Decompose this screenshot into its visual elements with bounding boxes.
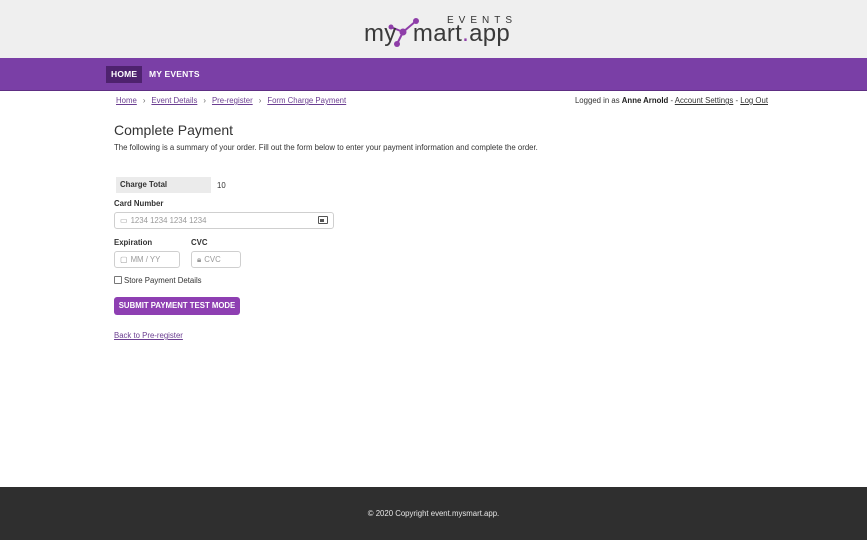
breadcrumb-home[interactable]: Home [116, 96, 137, 105]
card-number-label: Card Number [114, 199, 164, 208]
card-icon: ▭ [120, 216, 128, 225]
copyright-text: © 2020 Copyright event.mysmart.app. [367, 509, 500, 518]
calendar-icon: ▢ [120, 255, 128, 264]
intro-text: The following is a summary of your order… [114, 143, 538, 152]
page-title: Complete Payment [114, 122, 234, 138]
charge-total-label: Charge Total [116, 177, 211, 193]
card-brand-icon [318, 216, 328, 224]
breadcrumb: Home › Event Details › Pre-register › Form Cha… [116, 96, 346, 105]
user-status: Logged in as Anne Arnold - Account Setti… [575, 96, 768, 105]
charge-total-value: 10 [217, 181, 226, 190]
logged-in-prefix: Logged in as [574, 96, 622, 105]
site-header: EVENTS mySmart.app [0, 0, 867, 58]
back-to-pre-register-link[interactable]: Back to Pre-register [114, 331, 183, 340]
logo-app: app [469, 20, 511, 47]
store-details-row: Store Payment Details [114, 276, 202, 285]
cvc-placeholder: CVC [204, 255, 221, 264]
breadcrumb-separator: › [142, 96, 146, 105]
breadcrumb-separator: › [258, 96, 262, 105]
user-name: Anne Arnold [621, 96, 669, 105]
lock-icon: 🔒︎ [197, 255, 202, 264]
breadcrumb-form-charge-payment[interactable]: Form Charge Payment [267, 96, 346, 105]
expiration-placeholder: MM / YY [130, 255, 161, 264]
cvc-input[interactable]: 🔒︎ CVC [191, 251, 241, 268]
logout-link[interactable]: Log Out [740, 96, 768, 105]
cvc-label: CVC [191, 238, 208, 247]
nav-my-events[interactable]: MY EVENTS [144, 66, 205, 83]
store-details-checkbox[interactable] [114, 276, 122, 284]
main-nav: HOME MY EVENTS [0, 58, 867, 91]
breadcrumb-pre-register[interactable]: Pre-register [212, 96, 253, 105]
expiration-input[interactable]: ▢ MM / YY [114, 251, 180, 268]
expiration-label: Expiration [114, 238, 153, 247]
submit-payment-button[interactable]: SUBMIT PAYMENT TEST MODE [114, 297, 240, 315]
breadcrumb-separator: › [203, 96, 206, 105]
logo-text: mySmart.app [364, 20, 510, 48]
store-details-label[interactable]: Store Payment Details [124, 276, 202, 285]
card-number-placeholder: 1234 1234 1234 1234 [130, 216, 207, 225]
nav-home[interactable]: HOME [106, 66, 143, 83]
breadcrumb-event-details[interactable]: Event Details [151, 96, 197, 105]
logo-my: my [364, 20, 397, 47]
card-number-input[interactable]: ▭ 1234 1234 1234 1234 [114, 212, 334, 229]
account-settings-link[interactable]: Account Settings [675, 96, 734, 105]
site-footer: © 2020 Copyright event.mysmart.app. [0, 487, 867, 540]
logo-mart: mart [412, 20, 463, 47]
